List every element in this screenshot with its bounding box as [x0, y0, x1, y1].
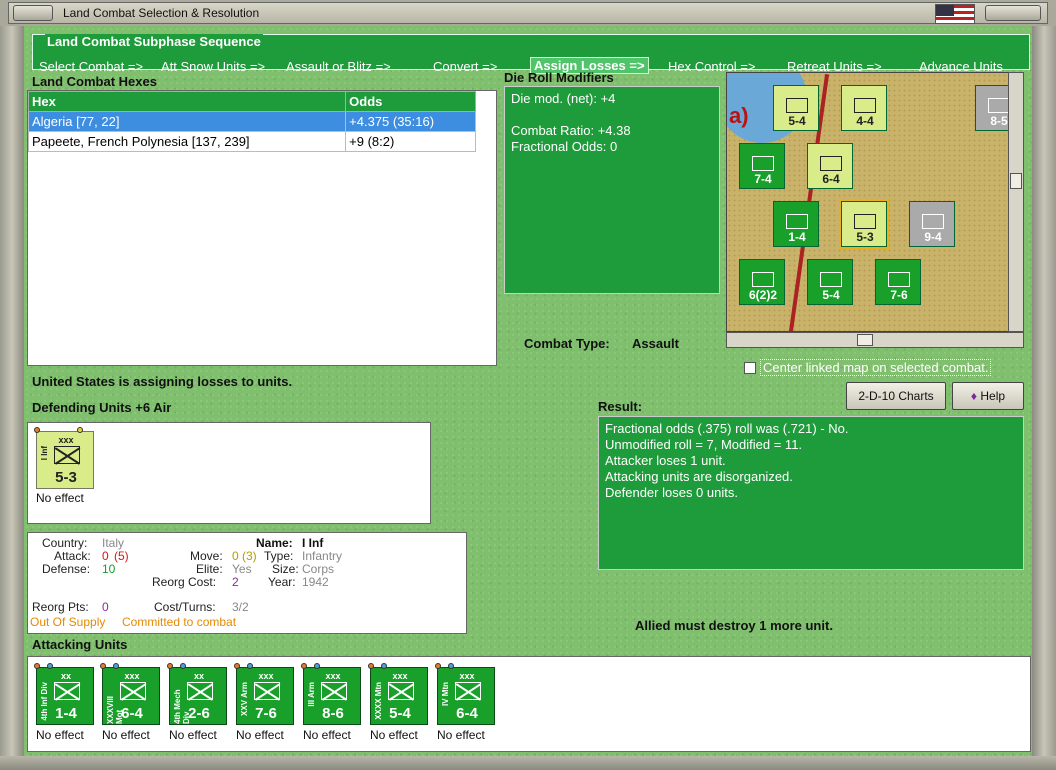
- unit-result: No effect: [169, 728, 217, 742]
- help-label: Help: [980, 389, 1006, 403]
- combat-type-value: Assault: [632, 336, 679, 351]
- unit-result: No effect: [303, 728, 351, 742]
- map-horizontal-scrollbar[interactable]: [726, 332, 1024, 348]
- result-line: Attacker loses 1 unit.: [605, 453, 726, 468]
- attacking-unit[interactable]: xxx XXXX Mtn 5-4: [368, 663, 428, 725]
- map-unit[interactable]: 1-4: [773, 201, 819, 247]
- unit-result: No effect: [102, 728, 150, 742]
- map-unit[interactable]: 7-6: [875, 259, 921, 305]
- hexes-title: Land Combat Hexes: [32, 74, 157, 89]
- hexes-panel: Hex Odds Algeria [77, 22] +4.375 (35:16)…: [27, 90, 497, 366]
- help-book-icon: ♦: [970, 389, 978, 403]
- result-title: Result:: [598, 399, 643, 414]
- odds-header[interactable]: Odds: [345, 91, 476, 112]
- close-button[interactable]: [985, 5, 1041, 21]
- committed-status: Committed to combat: [122, 615, 237, 629]
- main-area: Land Combat Subphase Sequence Select Com…: [24, 26, 1032, 756]
- defending-title: Defending Units +6 Air: [32, 400, 172, 415]
- modifier-line: Die mod. (net): +4: [511, 91, 616, 106]
- hex-header[interactable]: Hex: [27, 91, 347, 112]
- center-linked-checkbox[interactable]: [744, 362, 756, 374]
- unit-result: No effect: [370, 728, 418, 742]
- hex-cell: Algeria [77, 22]: [27, 111, 347, 132]
- map-unit[interactable]: 9-4: [909, 201, 955, 247]
- table-row[interactable]: Algeria [77, 22] +4.375 (35:16): [27, 111, 476, 132]
- infantry-icon: [54, 446, 80, 464]
- window-title: Land Combat Selection & Resolution: [63, 6, 260, 20]
- system-menu-button[interactable]: [13, 5, 53, 21]
- modifier-line: Combat Ratio: +4.38: [511, 123, 631, 138]
- attacking-unit[interactable]: xx 4th Mech Div 2-6: [167, 663, 227, 725]
- hexes-table: Hex Odds Algeria [77, 22] +4.375 (35:16)…: [27, 91, 476, 152]
- defending-panel: xxx I Inf 5-3 No effect: [27, 422, 431, 524]
- hex-cell: Papeete, French Polynesia [137, 239]: [27, 131, 347, 152]
- map-unit[interactable]: 8-5: [975, 85, 1009, 131]
- table-row[interactable]: Papeete, French Polynesia [137, 239] +9 …: [27, 131, 476, 152]
- center-linked-label[interactable]: Center linked map on selected combat.: [760, 359, 992, 376]
- map-unit[interactable]: 5-4: [807, 259, 853, 305]
- charts-button[interactable]: 2-D-10 Charts: [846, 382, 946, 410]
- attacking-unit[interactable]: xxx III Arm 8-6: [301, 663, 361, 725]
- modifier-blank: [511, 107, 713, 123]
- attacking-title: Attacking Units: [32, 637, 128, 652]
- result-line: Defender loses 0 units.: [605, 485, 738, 500]
- step-select-combat[interactable]: Select Combat =>: [39, 59, 143, 74]
- map-unit[interactable]: 6-4: [807, 143, 853, 189]
- result-line: Unmodified roll = 7, Modified = 11.: [605, 437, 803, 452]
- result-line: Attacking units are disorganized.: [605, 469, 793, 484]
- unit-result: No effect: [236, 728, 284, 742]
- map-unit[interactable]: 7-4: [739, 143, 785, 189]
- attacking-unit[interactable]: xxx XXXVIII Mot 6-4: [100, 663, 160, 725]
- attacking-unit[interactable]: xxx IV Mtn 6-4: [435, 663, 495, 725]
- combat-type-label: Combat Type:: [524, 336, 610, 351]
- step-assault-blitz[interactable]: Assault or Blitz =>: [286, 59, 391, 74]
- step-att-snow[interactable]: Att Snow Units =>: [161, 59, 265, 74]
- map-unit-selected[interactable]: 5-3: [839, 199, 889, 249]
- scroll-thumb[interactable]: [1010, 173, 1022, 189]
- must-destroy-message: Allied must destroy 1 more unit.: [635, 618, 833, 633]
- modifiers-panel: Die mod. (net): +4 Combat Ratio: +4.38 F…: [504, 86, 720, 294]
- supply-status: Out Of Supply: [30, 615, 106, 629]
- title-bar: Land Combat Selection & Resolution: [8, 2, 1048, 24]
- odds-cell: +4.375 (35:16): [345, 111, 476, 132]
- unit-details-panel: Country: Italy Attack: 0 (5) Defense: 10…: [27, 532, 467, 634]
- left-frame: [0, 26, 24, 756]
- help-button[interactable]: ♦ Help: [952, 382, 1024, 410]
- map-vertical-scrollbar[interactable]: [1008, 72, 1024, 332]
- sequence-title: Land Combat Subphase Sequence: [45, 34, 263, 49]
- attacking-panel: xx 4th Inf Div 1-4 No effect xxx XXXVIII Mo…: [27, 656, 1031, 752]
- unit-result: No effect: [36, 491, 84, 505]
- bottom-frame: [0, 756, 1056, 770]
- modifier-line: Fractional Odds: 0: [511, 139, 618, 154]
- map-label: a): [729, 103, 749, 128]
- result-line: Fractional odds (.375) roll was (.721) -…: [605, 421, 849, 436]
- defending-unit[interactable]: xxx I Inf 5-3: [34, 427, 94, 489]
- map-unit[interactable]: 4-4: [841, 85, 887, 131]
- right-frame: [1032, 26, 1056, 756]
- modifiers-title: Die Roll Modifiers: [504, 70, 614, 85]
- step-convert[interactable]: Convert =>: [433, 59, 497, 74]
- unit-result: No effect: [437, 728, 485, 742]
- subphase-sequence: Land Combat Subphase Sequence Select Com…: [32, 34, 1030, 74]
- result-panel: Fractional odds (.375) roll was (.721) -…: [598, 416, 1024, 570]
- odds-cell: +9 (8:2): [345, 131, 476, 152]
- map-unit[interactable]: 5-4: [773, 85, 819, 131]
- linked-map[interactable]: a) 5-4 4-4 8-5 7-4 6-4 1-4 5-3 9-4 6(2)2…: [726, 72, 1010, 332]
- us-flag-icon: [935, 4, 975, 24]
- map-unit[interactable]: 6(2)2: [739, 259, 785, 305]
- unit-result: No effect: [36, 728, 84, 742]
- attacking-unit[interactable]: xx 4th Inf Div 1-4: [34, 663, 94, 725]
- attacking-unit[interactable]: xxx XXV Arm 7-6: [234, 663, 294, 725]
- combat-window: Land Combat Selection & Resolution Land …: [0, 0, 1056, 770]
- status-message: United States is assigning losses to uni…: [32, 374, 293, 389]
- scroll-thumb[interactable]: [857, 334, 873, 346]
